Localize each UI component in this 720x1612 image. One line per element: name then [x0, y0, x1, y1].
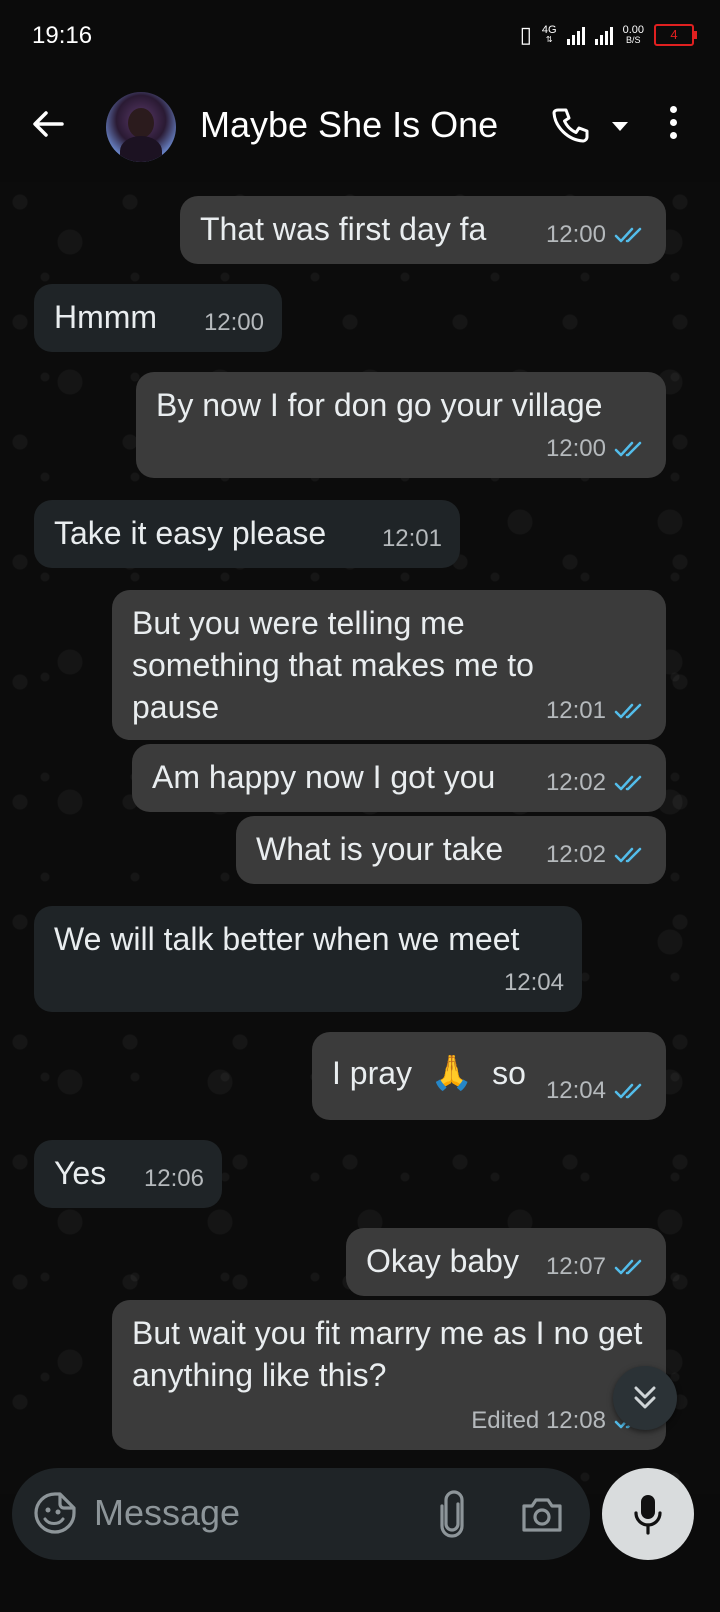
camera-icon[interactable] — [520, 1492, 564, 1536]
message-time: 12:07 — [545, 1253, 606, 1280]
message-time: 12:02 — [545, 841, 606, 868]
read-ticks-icon — [614, 441, 642, 457]
message-bubble-outgoing[interactable]: Okay baby 12:07 — [346, 1228, 666, 1296]
network-type: 4G ⇅ — [541, 24, 557, 45]
message-bubble-outgoing[interactable]: But wait you fit marry me as I no get an… — [112, 1300, 666, 1450]
vibrate-icon: ▯ — [519, 22, 532, 47]
message-text: We will talk better when we meet — [54, 921, 520, 957]
message-input[interactable]: Message — [94, 1492, 240, 1534]
attach-paperclip-icon[interactable] — [436, 1490, 468, 1538]
message-bubble-outgoing[interactable]: What is your take 12:02 — [236, 816, 666, 884]
message-time: 12:00 — [545, 435, 606, 462]
message-meta: 12:01 — [382, 518, 442, 560]
message-text: By now I for don go your village — [156, 387, 603, 423]
status-time: 19:16 — [32, 22, 93, 49]
read-ticks-icon — [614, 227, 642, 243]
message-time: 12:01 — [545, 697, 606, 724]
microphone-icon — [634, 1495, 662, 1535]
message-time: 12:00 — [203, 309, 264, 336]
message-time: 12:04 — [545, 1077, 606, 1104]
contact-avatar[interactable] — [106, 92, 176, 162]
message-meta: 12:00 — [546, 214, 648, 256]
status-bar: 19:16 ▯ 4G ⇅ 0.00 B/S 4 — [0, 0, 720, 72]
message-bubble-incoming[interactable]: Take it easy please 12:01 — [34, 500, 460, 568]
message-bubble-outgoing[interactable]: That was first day fa 12:00 — [180, 196, 666, 264]
read-ticks-icon — [614, 847, 642, 863]
message-meta: 12:02 — [546, 762, 648, 804]
message-meta: 12:04 — [546, 1070, 648, 1112]
read-ticks-icon — [614, 1083, 642, 1099]
read-ticks-icon — [614, 775, 642, 791]
scroll-to-bottom-button[interactable] — [613, 1366, 677, 1430]
message-time: 12:02 — [545, 769, 606, 796]
voice-call-icon[interactable] — [550, 104, 590, 144]
message-bubble-outgoing[interactable]: But you were telling me something that m… — [112, 590, 666, 740]
message-bubble-outgoing[interactable]: By now I for don go your village 12:00 — [136, 372, 666, 478]
message-time: 12:04 — [503, 969, 564, 996]
message-time: 12:01 — [381, 525, 442, 552]
chat-header: Maybe She Is One — [0, 72, 720, 182]
message-meta: 12:04 — [504, 962, 564, 1004]
emoji-sticker-icon[interactable] — [32, 1490, 78, 1536]
read-ticks-icon — [614, 703, 642, 719]
data-rate: 0.00 B/S — [622, 24, 644, 46]
double-chevron-down-icon — [634, 1386, 656, 1409]
message-text: But wait you fit marry me as I no get an… — [132, 1315, 643, 1393]
status-icons: ▯ 4G ⇅ 0.00 B/S 4 — [519, 22, 697, 48]
message-time: Edited 12:08 — [471, 1407, 606, 1434]
message-meta: 12:07 — [546, 1246, 648, 1288]
message-bubble-outgoing[interactable]: I pray 🙏 so 12:04 — [312, 1032, 666, 1120]
read-ticks-icon — [614, 1259, 642, 1275]
call-options-chevron-icon[interactable] — [612, 122, 628, 131]
message-meta: 12:00 — [204, 302, 264, 344]
signal-icon-2 — [594, 25, 613, 45]
voice-message-button[interactable] — [602, 1468, 694, 1560]
message-text: But you were telling me something that m… — [132, 605, 534, 725]
signal-icon — [566, 25, 585, 45]
message-input-container[interactable]: Message — [12, 1468, 590, 1560]
back-arrow-icon[interactable] — [28, 104, 68, 144]
message-meta: 12:06 — [144, 1158, 204, 1200]
message-bubble-incoming[interactable]: We will talk better when we meet 12:04 — [34, 906, 582, 1012]
contact-name[interactable]: Maybe She Is One — [200, 104, 498, 146]
message-bubble-outgoing[interactable]: Am happy now I got you 12:02 — [132, 744, 666, 812]
message-meta: 12:00 — [546, 428, 648, 470]
folded-hands-emoji: 🙏 — [430, 1054, 474, 1092]
more-options-icon[interactable] — [668, 106, 678, 146]
message-time: 12:00 — [545, 221, 606, 248]
message-bubble-incoming[interactable]: Hmmm 12:00 — [34, 284, 282, 352]
message-list[interactable]: That was first day fa 12:00 Hmmm 12:00 B… — [0, 182, 720, 1494]
message-meta: 12:02 — [546, 834, 648, 876]
message-bubble-incoming[interactable]: Yes 12:06 — [34, 1140, 222, 1208]
message-meta: 12:01 — [546, 690, 648, 732]
composer-bar: Message — [0, 1468, 720, 1612]
message-time: 12:06 — [143, 1165, 204, 1192]
battery-icon: 4 — [654, 24, 697, 46]
